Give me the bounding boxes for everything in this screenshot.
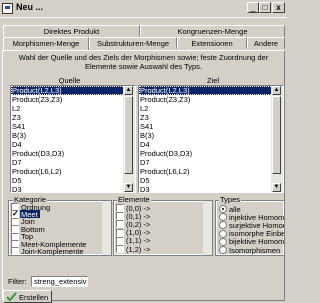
maximize-button[interactable]: □ <box>259 2 271 13</box>
elemente-checkbox[interactable] <box>116 228 124 237</box>
types-radio[interactable] <box>219 246 227 254</box>
elemente-checkbox[interactable] <box>116 220 124 229</box>
ziel-list-item[interactable]: D5 <box>139 176 283 185</box>
quelle-list-item[interactable]: Z3 <box>11 113 135 122</box>
quelle-list-item[interactable]: D4 <box>11 140 135 149</box>
ziel-list-item[interactable]: B(3) <box>139 131 283 140</box>
ziel-list-item[interactable]: S41 <box>139 122 283 131</box>
quelle-list-item[interactable]: S41 <box>11 122 135 131</box>
elemente-checkbox[interactable] <box>116 204 124 212</box>
close-button[interactable]: x <box>272 2 285 13</box>
ziel-list-item[interactable]: Product(Z3,Z3) <box>139 95 283 104</box>
tab-extensionen[interactable]: Extensionen <box>177 37 247 49</box>
scroll-up-icon[interactable]: ▲ <box>124 86 133 95</box>
filter-label: Filter: <box>8 277 27 286</box>
ziel-list-item[interactable]: D3 <box>139 185 283 192</box>
quelle-list-item[interactable]: D5 <box>11 176 135 185</box>
checkmark-icon <box>6 292 17 302</box>
ziel-list-item[interactable]: Product(D3,D3) <box>139 149 283 158</box>
kategorie-item-label[interactable]: Join-Komplemente <box>21 247 84 256</box>
quelle-label: Quelle <box>58 76 81 85</box>
quelle-list-item[interactable]: L2 <box>11 104 135 113</box>
ziel-label: Ziel <box>206 76 220 85</box>
ziel-list-item[interactable]: Z3 <box>139 113 283 122</box>
quelle-list-item[interactable]: Product(L2,L3) <box>11 86 135 95</box>
quelle-list-item[interactable]: Product(Z3,Z3) <box>11 95 135 104</box>
quelle-list-item[interactable]: B(3) <box>11 131 135 140</box>
quelle-list-item[interactable]: D3 <box>11 185 135 192</box>
types-radio[interactable] <box>219 205 227 213</box>
elemente-checkbox[interactable] <box>116 245 124 253</box>
types-label: Types <box>219 195 242 204</box>
erstellen-button[interactable]: Erstellen <box>3 290 52 303</box>
kategorie-scrollbar[interactable] <box>102 201 111 255</box>
types-item-label[interactable]: Isomorphismen <box>229 246 284 255</box>
quelle-list-item[interactable]: Product(L6,L2) <box>11 167 135 176</box>
ziel-list-item[interactable]: Product(L2,L3) <box>139 86 283 95</box>
window-title: Neu ... <box>16 2 44 12</box>
types-radio[interactable] <box>219 237 227 246</box>
scroll-down-icon[interactable]: ▼ <box>272 183 281 192</box>
ziel-listbox[interactable]: Product(L2,L3) Product(Z3,Z3) L2 Z3 S41 B(3) D… <box>138 85 284 193</box>
tab-kongruenzen-menge[interactable]: Kongruenzen-Menge <box>140 25 285 37</box>
description-text: Wahl der Quelle und des Ziels der Morphi… <box>18 53 269 71</box>
quelle-scroll-thumb[interactable] <box>124 96 133 174</box>
quelle-listbox[interactable]: Product(L2,L3) Product(Z3,Z3) L2 Z3 S41 B(3) D… <box>10 85 136 193</box>
elemente-scrollbar[interactable] <box>203 201 212 255</box>
tab-andere[interactable]: Andere <box>247 37 285 49</box>
scroll-down-icon[interactable]: ▼ <box>124 183 133 192</box>
ziel-list-item[interactable]: D7 <box>139 158 283 167</box>
ziel-list-item[interactable]: Product(L6,L2) <box>139 167 283 176</box>
quelle-list-item[interactable]: Product(D3,D3) <box>11 149 135 158</box>
tab-substrukturen-menge[interactable]: Substrukturen-Menge <box>89 37 177 49</box>
quelle-list-item[interactable]: D7 <box>11 158 135 167</box>
tab-direktes-produkt[interactable]: Direktes Produkt <box>3 25 140 37</box>
minimize-button[interactable]: _ <box>247 2 259 13</box>
window-icon <box>2 3 13 14</box>
ziel-scroll-thumb[interactable] <box>272 96 281 174</box>
elemente-item-label: (1,2) -> <box>126 244 151 254</box>
filter-input[interactable]: streng_extensiv <box>31 276 88 287</box>
erstellen-label: Erstellen <box>19 293 49 302</box>
ziel-list-item[interactable]: D4 <box>139 140 283 149</box>
ziel-list-item[interactable]: L2 <box>139 104 283 113</box>
scroll-up-icon[interactable]: ▲ <box>272 86 281 95</box>
tab-morphismen-menge[interactable]: Morphismen-Menge <box>3 37 89 51</box>
elemente-checkbox[interactable] <box>116 236 124 245</box>
types-radio[interactable] <box>219 229 227 238</box>
kategorie-checkbox[interactable] <box>11 247 19 256</box>
elemente-checkbox[interactable] <box>116 212 124 221</box>
title-bar <box>0 0 287 18</box>
